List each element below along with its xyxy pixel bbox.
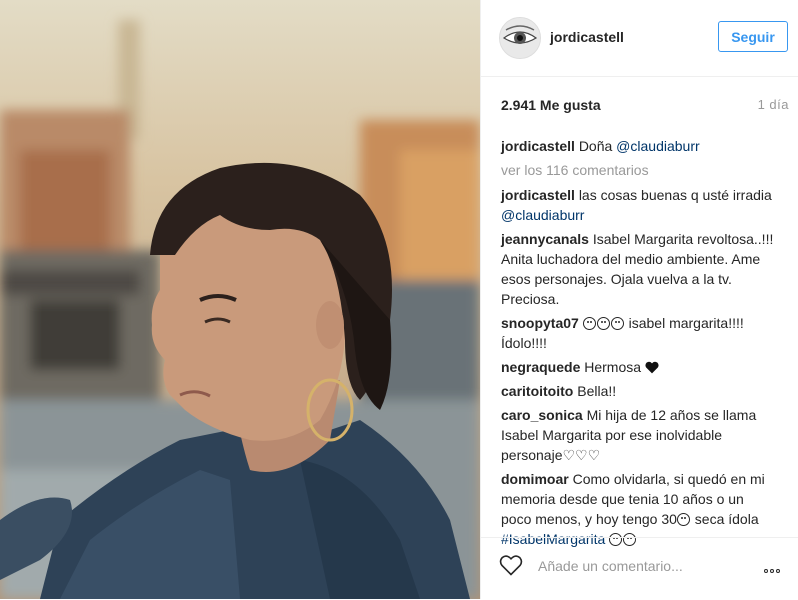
comment-text: Hermosa bbox=[584, 359, 642, 375]
list-item: jordicastell las cosas buenas q usté irr… bbox=[501, 185, 777, 225]
portrait-image bbox=[0, 0, 480, 599]
list-item: jeannycanals Isabel Margarita revoltosa.… bbox=[501, 229, 777, 309]
follow-button[interactable]: Seguir bbox=[718, 21, 788, 52]
username-link[interactable]: jordicastell bbox=[550, 29, 624, 45]
list-item: caro_sonica Mi hija de 12 años se llama … bbox=[501, 405, 777, 465]
caption: jordicastell Doña @claudiaburr bbox=[501, 136, 777, 156]
comment-username[interactable]: domimoar bbox=[501, 471, 569, 487]
comment-bar bbox=[481, 537, 798, 600]
comment-username[interactable]: negraquede bbox=[501, 359, 580, 375]
instagram-post: jordicastell Seguir 2.941 Me gusta 1 día… bbox=[0, 0, 798, 599]
list-item: snoopyta07 isabel margarita!!!! Ídolo!!!… bbox=[501, 313, 777, 353]
post-header: jordicastell Seguir bbox=[481, 0, 798, 77]
heart-icon[interactable] bbox=[499, 554, 523, 576]
list-item: negraquede Hermosa bbox=[501, 357, 777, 377]
view-all-comments-link[interactable]: ver los 116 comentarios bbox=[501, 160, 777, 180]
add-comment-input[interactable] bbox=[536, 554, 740, 578]
comment-username[interactable]: caro_sonica bbox=[501, 407, 583, 423]
mention-link[interactable]: @claudiaburr bbox=[501, 207, 584, 223]
comment-username[interactable]: caritoitoito bbox=[501, 383, 573, 399]
comments-list: jordicastell Doña @claudiaburr ver los 1… bbox=[501, 136, 777, 553]
black-heart-emoji-icon bbox=[645, 361, 659, 374]
smiley-emoji-icon bbox=[610, 317, 624, 330]
list-item: caritoitoito Bella!! bbox=[501, 381, 777, 401]
post-photo[interactable] bbox=[0, 0, 480, 599]
comment-text: Doña bbox=[578, 138, 617, 154]
comment-text: Bella!! bbox=[577, 383, 617, 399]
post-sidebar: jordicastell Seguir 2.941 Me gusta 1 día… bbox=[480, 0, 798, 599]
avatar-eye-image bbox=[500, 18, 540, 58]
avatar[interactable] bbox=[499, 17, 541, 59]
smiley-emoji-icon bbox=[596, 317, 610, 330]
comment-username[interactable]: jordicastell bbox=[501, 187, 575, 203]
more-options-icon[interactable] bbox=[764, 560, 790, 573]
comment-username[interactable]: jeannycanals bbox=[501, 231, 589, 247]
post-time[interactable]: 1 día bbox=[758, 97, 789, 112]
comment-username[interactable]: jordicastell bbox=[501, 138, 575, 154]
smiley-emoji-icon bbox=[676, 513, 690, 526]
post-stats: 2.941 Me gusta 1 día bbox=[501, 97, 789, 117]
comment-text: seca ídola bbox=[690, 511, 759, 527]
comment-username[interactable]: snoopyta07 bbox=[501, 315, 579, 331]
likes-count[interactable]: 2.941 Me gusta bbox=[501, 97, 601, 113]
comment-text: las cosas buenas q usté irradia bbox=[578, 187, 772, 203]
smiley-emoji-icon bbox=[582, 317, 596, 330]
mention-link[interactable]: @claudiaburr bbox=[616, 138, 699, 154]
